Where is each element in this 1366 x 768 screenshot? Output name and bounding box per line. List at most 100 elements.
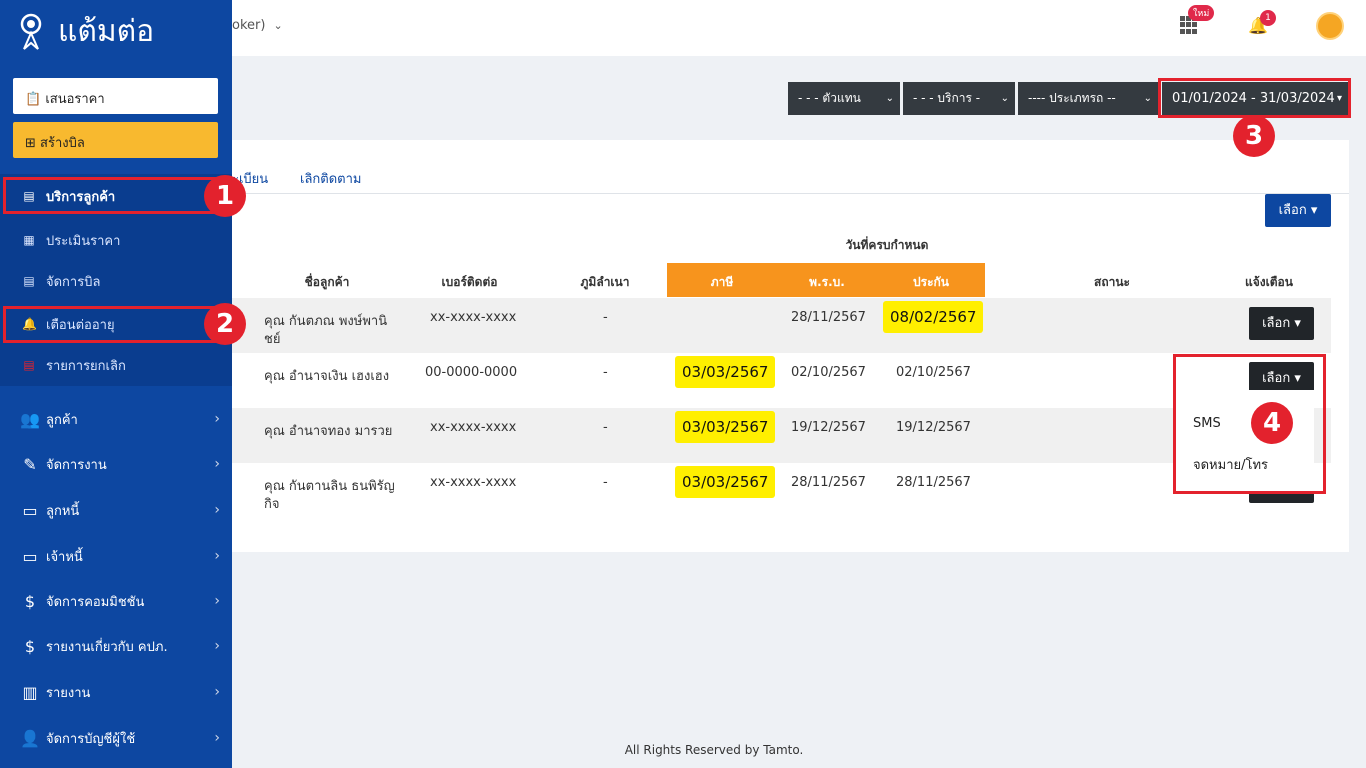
column-header-prb: พ.ร.บ. — [809, 275, 845, 289]
sidebar-item-label: ประเมินราคา — [46, 233, 121, 249]
sidebar-item-label: ลูกหนี้ — [46, 503, 80, 519]
sidebar-item-creditors[interactable]: ▭ เจ้าหนี้ › — [0, 534, 232, 578]
chevron-down-icon: ⌄ — [1000, 93, 1009, 104]
callout-box-2 — [3, 306, 218, 343]
sidebar-item-reports[interactable]: ▥ รายงาน › — [0, 670, 232, 714]
sidebar-item-cancellations[interactable]: ▤ รายการยกเลิก — [0, 345, 232, 385]
sidebar-item-debtors[interactable]: ▭ ลูกหนี้ › — [0, 488, 232, 532]
location-pin-icon — [20, 13, 42, 50]
create-bill-button-label: สร้างบิล — [40, 136, 85, 151]
quote-button[interactable]: 📋 เสนอราคา — [13, 78, 218, 114]
broker-selector[interactable]: oker) ⌄ — [232, 18, 283, 33]
footer: All Rights Reserved by Tamto. — [624, 743, 804, 757]
customer-name-line2: ชย์ — [264, 332, 281, 347]
due-date-group-header: วันที่ครบกำหนด — [845, 238, 929, 252]
service-filter[interactable]: - - - บริการ - ⌄ — [903, 82, 1015, 115]
calculator-icon: ▦ — [23, 233, 35, 247]
create-bill-button[interactable]: ⊞ สร้างบิล — [13, 122, 218, 158]
caret-down-icon: ▾ — [1294, 316, 1301, 331]
sidebar-item-jobs[interactable]: ✎ จัดการงาน › — [0, 442, 232, 486]
edit-icon: ✎ — [23, 454, 37, 474]
phone: xx-xxxx-xxxx — [430, 310, 517, 325]
callout-number-4: 4 — [1251, 402, 1293, 444]
user-plus-icon: 👤 — [20, 728, 40, 748]
sidebar-item-label: จัดการบิล — [46, 274, 101, 290]
chevron-right-icon: › — [214, 684, 220, 700]
chevron-right-icon: › — [214, 548, 220, 564]
callout-number-2: 2 — [204, 303, 246, 345]
column-header-notify: แจ้งเตือน — [1245, 275, 1293, 289]
sidebar-item-label: จัดการคอมมิชชัน — [46, 594, 145, 610]
insurance-date: 19/12/2567 — [896, 420, 971, 435]
chevron-right-icon: › — [214, 730, 220, 746]
sidebar-item-label: เจ้าหนี้ — [46, 549, 83, 565]
sidebar-item-oic-reports[interactable]: $ รายงานเกี่ยวกับ คปภ. › — [0, 624, 232, 668]
table-row: คุณ อำนาจเงิน เฮงเฮง 00-0000-0000 - 03/0… — [232, 353, 1331, 408]
credit-card-icon: ▭ — [22, 546, 38, 566]
avatar[interactable] — [1316, 12, 1344, 40]
agent-filter[interactable]: - - - ตัวแทน ⌄ — [788, 82, 900, 115]
domicile: - — [603, 420, 608, 435]
sidebar-item-estimate[interactable]: ▦ ประเมินราคา — [0, 220, 232, 260]
tax-date: 03/03/2567 — [675, 356, 776, 388]
users-icon: 👥 — [20, 409, 40, 429]
vehicle-type-filter[interactable]: ---- ประเภทรถ -- ⌄ — [1018, 82, 1158, 115]
money-icon: $ — [24, 591, 36, 611]
vehicle-type-filter-label: ---- ประเภทรถ -- — [1028, 91, 1116, 105]
prb-date: 28/11/2567 — [791, 310, 866, 325]
app-logo[interactable]: แต้มต่อ — [18, 8, 154, 55]
domicile: - — [603, 475, 608, 490]
file-cancel-icon: ▤ — [23, 358, 35, 372]
notify-select-button[interactable]: เลือก ▾ — [1249, 307, 1314, 340]
table-row: คุณ อำนาจทอง มารวย xx-xxxx-xxxx - 03/03/… — [232, 408, 1331, 463]
chevron-right-icon: › — [214, 593, 220, 609]
insurance-date: 08/02/2567 — [883, 301, 984, 333]
column-header-customer: ชื่อลูกค้า — [304, 275, 350, 289]
customer-name-line2: กิจ — [264, 497, 280, 512]
sidebar-item-label: รายงานเกี่ยวกับ คปภ. — [46, 639, 168, 655]
chevron-right-icon: › — [214, 411, 220, 427]
credit-card-icon: ▭ — [22, 500, 38, 520]
sidebar-item-customers[interactable]: 👥 ลูกค้า › — [0, 397, 232, 441]
sidebar-item-commission[interactable]: $ จัดการคอมมิชชัน › — [0, 579, 232, 623]
clipboard-icon: 📋 — [25, 92, 42, 107]
money-icon: $ — [24, 636, 36, 656]
new-badge: ใหม่ — [1188, 5, 1215, 21]
callout-number-1: 1 — [204, 175, 246, 217]
column-header-insurance: ประกัน — [913, 275, 949, 289]
sidebar-item-label: รายงาน — [46, 685, 91, 701]
chevron-down-icon: ⌄ — [885, 93, 894, 104]
chevron-right-icon: › — [214, 456, 220, 472]
sidebar-item-label: จัดการบัญชีผู้ใช้ — [46, 731, 136, 747]
sidebar-item-label: จัดการงาน — [46, 457, 107, 473]
select-button-label: เลือก — [1278, 203, 1307, 218]
customer-name: คุณ อำนาจเงิน เฮงเฮง — [264, 369, 390, 384]
service-filter-label: - - - บริการ - — [913, 91, 981, 105]
prb-date: 02/10/2567 — [791, 365, 866, 380]
phone: xx-xxxx-xxxx — [430, 420, 517, 435]
insurance-date: 02/10/2567 — [896, 365, 971, 380]
sidebar-item-bills[interactable]: ▤ จัดการบิล — [0, 261, 232, 301]
callout-box-3 — [1158, 78, 1351, 118]
callout-box-1 — [3, 177, 218, 214]
notification-count-badge: 1 — [1260, 10, 1276, 26]
sidebar-item-user-accounts[interactable]: 👤 จัดการบัญชีผู้ใช้ › — [0, 716, 232, 760]
customer-name: คุณ กันตภณ พงษ์พานิ — [264, 314, 388, 329]
select-button[interactable]: เลือก ▾ — [1265, 194, 1331, 227]
callout-number-3: 3 — [1233, 115, 1275, 157]
chevron-right-icon: › — [214, 638, 220, 654]
bar-chart-icon: ▥ — [22, 682, 38, 702]
caret-down-icon: ▾ — [1310, 203, 1318, 218]
table-row: คุณ กันตภณ พงษ์พานิ ชย์ xx-xxxx-xxxx - 2… — [232, 298, 1331, 353]
sidebar-item-label: รายการยกเลิก — [46, 358, 126, 374]
prb-date: 28/11/2567 — [791, 475, 866, 490]
customer-name: คุณ อำนาจทอง มารวย — [264, 424, 393, 439]
chevron-right-icon: › — [214, 502, 220, 518]
chevron-down-icon: ⌄ — [1143, 93, 1152, 104]
domicile: - — [603, 310, 608, 325]
app-name: แต้มต่อ — [58, 14, 155, 49]
callout-box-4 — [1173, 354, 1326, 494]
phone: xx-xxxx-xxxx — [430, 475, 517, 490]
customer-name: คุณ กันตานลิน ธนพิรัญ — [264, 479, 395, 494]
tab-unfollow[interactable]: เลิกติดตาม — [300, 168, 361, 189]
